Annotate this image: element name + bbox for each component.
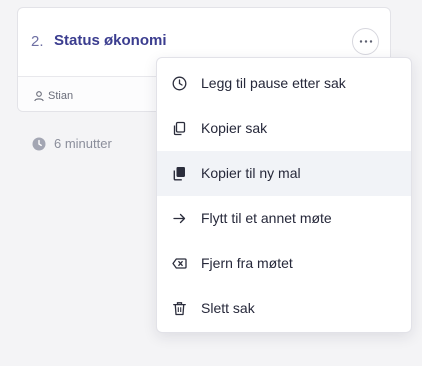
- more-options-button[interactable]: [352, 28, 379, 55]
- menu-item-label: Legg til pause etter sak: [201, 75, 346, 91]
- menu-item-copy-item[interactable]: Kopier sak: [157, 106, 411, 151]
- menu-item-label: Fjern fra møtet: [201, 255, 293, 271]
- copy-icon: [173, 121, 186, 136]
- remove-tag-icon: [172, 258, 187, 269]
- menu-item-label: Flytt til et annet møte: [201, 210, 332, 226]
- menu-item-move-to-meeting[interactable]: Flytt til et annet møte: [157, 196, 411, 241]
- trash-icon: [173, 302, 186, 316]
- menu-item-add-break[interactable]: Legg til pause etter sak: [157, 61, 411, 106]
- clock-icon: [172, 76, 187, 91]
- menu-item-remove-from-meeting[interactable]: Fjern fra møtet: [157, 241, 411, 286]
- arrow-right-icon: [173, 213, 186, 224]
- more-horizontal-icon: [359, 40, 373, 43]
- menu-item-copy-to-template[interactable]: Kopier til ny mal: [157, 151, 411, 196]
- user-icon: [34, 91, 44, 102]
- duration-label: 6 minutter: [54, 136, 112, 151]
- copy-filled-icon: [173, 167, 185, 181]
- meeting-agenda-view: 2. Status økonomi Stian 6 minutter Legg …: [0, 0, 422, 366]
- menu-item-delete-item[interactable]: Slett sak: [157, 286, 411, 331]
- agenda-item-number: 2.: [31, 33, 44, 50]
- clock-icon: [32, 137, 46, 150]
- menu-item-label: Kopier til ny mal: [201, 165, 301, 181]
- item-duration: 6 minutter: [32, 136, 112, 151]
- menu-item-label: Slett sak: [201, 300, 255, 316]
- menu-item-label: Kopier sak: [201, 120, 268, 136]
- owner-tag[interactable]: Stian: [33, 89, 73, 103]
- options-menu: Legg til pause etter sak Kopier sak Kopi…: [156, 57, 412, 333]
- owner-name: Stian: [48, 90, 74, 102]
- agenda-item-title[interactable]: Status økonomi: [54, 32, 167, 49]
